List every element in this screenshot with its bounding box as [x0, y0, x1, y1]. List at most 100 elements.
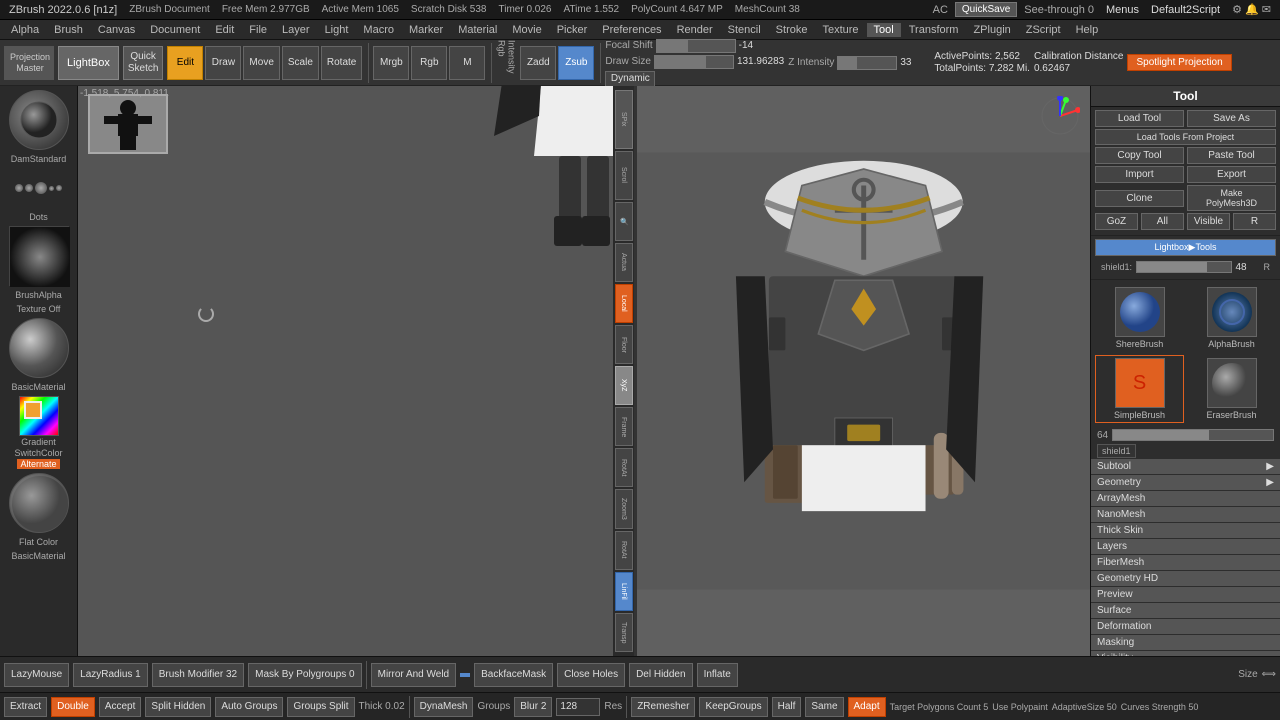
export-button[interactable]: Export — [1187, 166, 1276, 183]
rotate-button[interactable]: Rotate — [321, 46, 362, 80]
groups-split-button[interactable]: Groups Split — [287, 697, 354, 717]
goz-button[interactable]: GoZ — [1095, 213, 1138, 230]
dynamic-button[interactable]: Dynamic — [605, 71, 655, 87]
close-holes-button[interactable]: Close Holes — [557, 663, 625, 687]
color-picker[interactable] — [19, 396, 59, 436]
material-ball[interactable] — [9, 318, 69, 378]
half-button[interactable]: Half — [772, 697, 802, 717]
side-floor-btn[interactable]: Floor — [615, 325, 633, 364]
thumbnail-box[interactable] — [88, 94, 168, 154]
menu-document[interactable]: Document — [143, 23, 207, 37]
lazy-mouse-button[interactable]: LazyMouse — [4, 663, 69, 687]
menu-macro[interactable]: Macro — [356, 23, 401, 37]
scale-button[interactable]: Scale — [282, 46, 319, 80]
menu-light[interactable]: Light — [318, 23, 356, 37]
menu-stroke[interactable]: Stroke — [769, 23, 815, 37]
brush-preview[interactable] — [9, 90, 69, 150]
fibermesh-header[interactable]: FiberMesh — [1091, 555, 1280, 570]
split-hidden-button[interactable]: Split Hidden — [145, 697, 211, 717]
side-rotat-btn[interactable]: RotAt — [615, 531, 633, 570]
copy-tool-button[interactable]: Copy Tool — [1095, 147, 1184, 164]
side-local-btn[interactable]: Local — [615, 284, 633, 323]
visibility-header[interactable]: Visibility — [1091, 651, 1280, 656]
side-actual-btn[interactable]: Actua — [615, 243, 633, 282]
quicksave-button[interactable]: QuickSave — [955, 2, 1017, 17]
arraymesh-header[interactable]: ArrayMesh — [1091, 491, 1280, 506]
menu-preferences[interactable]: Preferences — [595, 23, 668, 37]
side-rotate-btn[interactable]: RotAt — [615, 448, 633, 487]
viewport[interactable]: -1.518, 5.754, 0.811 — [78, 86, 1090, 656]
save-as-button[interactable]: Save As — [1187, 110, 1276, 127]
nanomesh-header[interactable]: NanoMesh — [1091, 507, 1280, 522]
default2script[interactable]: Default2Script — [1146, 3, 1225, 17]
lazy-radius-button[interactable]: LazyRadius 1 — [73, 663, 148, 687]
draw-size-track[interactable] — [654, 55, 734, 69]
side-snap-btn[interactable]: SPix — [615, 90, 633, 149]
menu-texture[interactable]: Texture — [815, 23, 865, 37]
menu-alpha[interactable]: Alpha — [4, 23, 46, 37]
geometry-header[interactable]: Geometry ▶ — [1091, 475, 1280, 490]
accept-button[interactable]: Accept — [99, 697, 142, 717]
lightbox-tools-button[interactable]: Lightbox▶Tools — [1095, 239, 1276, 256]
dyna-mesh-button[interactable]: DynaMesh — [414, 697, 474, 717]
projection-master[interactable]: Projection Master — [4, 46, 54, 80]
import-button[interactable]: Import — [1095, 166, 1184, 183]
mirror-weld-button[interactable]: Mirror And Weld — [371, 663, 457, 687]
zremesher-button[interactable]: ZRemesher — [631, 697, 695, 717]
load-tools-from-project-button[interactable]: Load Tools From Project — [1095, 129, 1276, 145]
auto-groups-bot-button[interactable]: Auto Groups — [215, 697, 283, 717]
menu-marker[interactable]: Marker — [402, 23, 450, 37]
make-polymesh-button[interactable]: Make PolyMesh3D — [1187, 185, 1276, 211]
right-viewport[interactable] — [635, 86, 1090, 656]
eraser-brush-item[interactable]: EraserBrush — [1187, 355, 1276, 423]
z-int-track[interactable] — [837, 56, 897, 70]
menu-file[interactable]: File — [242, 23, 274, 37]
double-button[interactable]: Double — [51, 697, 95, 717]
side-scroll-btn[interactable]: Scrol — [615, 151, 633, 200]
surface-header[interactable]: Surface — [1091, 603, 1280, 618]
menu-material[interactable]: Material — [451, 23, 504, 37]
all-button[interactable]: All — [1141, 213, 1184, 230]
simple-brush-item[interactable]: S SimpleBrush — [1095, 355, 1184, 423]
shield-val-bar[interactable] — [1112, 429, 1274, 441]
clone-button[interactable]: Clone — [1095, 190, 1184, 207]
preview-header[interactable]: Preview — [1091, 587, 1280, 602]
see-through[interactable]: See-through 0 — [1019, 3, 1099, 17]
blur-button[interactable]: Blur 2 — [514, 697, 552, 717]
menu-stencil[interactable]: Stencil — [721, 23, 768, 37]
shield-slider-track[interactable] — [1136, 261, 1231, 273]
spotlight-button[interactable]: Spotlight Projection — [1127, 54, 1231, 71]
mask-polygroups-button[interactable]: Mask By Polygroups 0 — [248, 663, 362, 687]
mrgb-button[interactable]: Mrgb — [373, 46, 409, 80]
menus-label[interactable]: Menus — [1101, 3, 1144, 17]
alpha-brush-item[interactable]: AlphaBrush — [1187, 284, 1276, 352]
deformation-header[interactable]: Deformation — [1091, 619, 1280, 634]
visible-button[interactable]: Visible — [1187, 213, 1230, 230]
brush-alpha-preview[interactable] — [9, 226, 69, 286]
alternate-label[interactable]: Alternate — [17, 459, 59, 469]
menu-layer[interactable]: Layer — [275, 23, 317, 37]
paste-tool-button[interactable]: Paste Tool — [1187, 147, 1276, 164]
resolution-input[interactable] — [556, 698, 600, 716]
side-linefill-btn[interactable]: LinFil — [615, 572, 633, 611]
m-button[interactable]: M — [449, 46, 485, 80]
menu-picker[interactable]: Picker — [550, 23, 595, 37]
geometryhd-header[interactable]: Geometry HD — [1091, 571, 1280, 586]
zsub-button[interactable]: Zsub — [558, 46, 594, 80]
menu-zscript[interactable]: ZScript — [1019, 23, 1068, 37]
quick-sketch-button[interactable]: Quick Sketch — [123, 46, 164, 80]
brush-modifier-button[interactable]: Brush Modifier 32 — [152, 663, 244, 687]
side-zoom-btn[interactable]: 🔍 — [615, 202, 633, 241]
lightbox-button[interactable]: LightBox — [58, 46, 119, 80]
del-hidden-button[interactable]: Del Hidden — [629, 663, 692, 687]
menu-help[interactable]: Help — [1069, 23, 1106, 37]
flat-color-ball[interactable] — [9, 473, 69, 533]
inflate-button[interactable]: Inflate — [697, 663, 738, 687]
adapt-button[interactable]: Adapt — [848, 697, 886, 717]
thickskin-header[interactable]: Thick Skin — [1091, 523, 1280, 538]
menu-brush[interactable]: Brush — [47, 23, 90, 37]
layers-header[interactable]: Layers — [1091, 539, 1280, 554]
subtool-header[interactable]: Subtool ▶ — [1091, 459, 1280, 474]
side-frame-btn[interactable]: Frame — [615, 407, 633, 446]
menu-zplugin[interactable]: ZPlugin — [966, 23, 1017, 37]
